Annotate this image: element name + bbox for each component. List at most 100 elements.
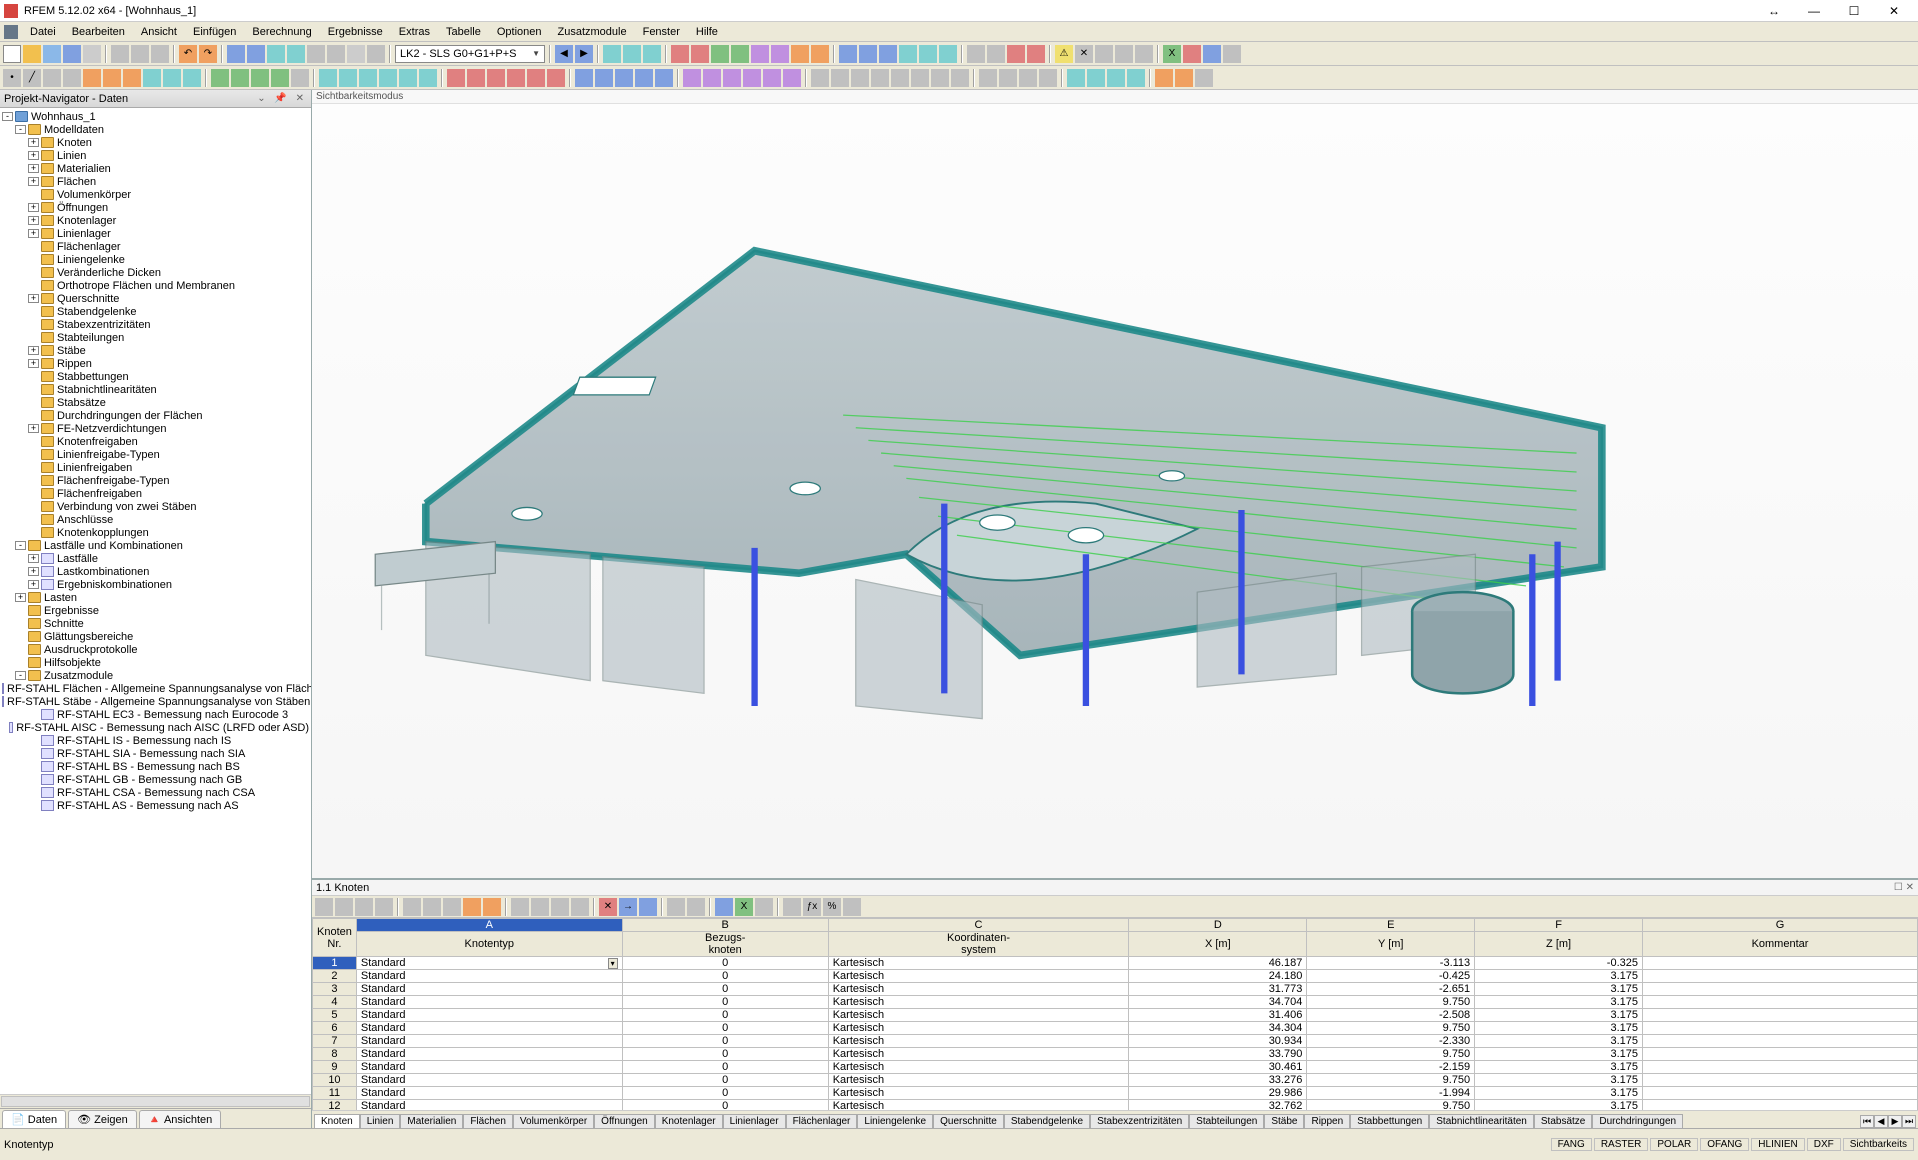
tab-daten[interactable]: 📄 Daten xyxy=(2,1110,66,1128)
tab-zeigen[interactable]: 👁 Zeigen xyxy=(68,1110,137,1128)
result-section-icon[interactable] xyxy=(751,45,769,63)
table-tab-nav[interactable]: ⏭ xyxy=(1902,1115,1916,1128)
workplane-icon[interactable] xyxy=(743,69,761,87)
table-tab-flächen[interactable]: Flächen xyxy=(463,1114,513,1128)
tbl-excel-icon[interactable]: X xyxy=(735,898,753,916)
table-tab-linienlager[interactable]: Linienlager xyxy=(723,1114,786,1128)
animation-icon[interactable] xyxy=(791,45,809,63)
table-row[interactable]: 10Standard0Kartesisch33.2769.7503.175 xyxy=(313,1074,1918,1087)
select-window-icon[interactable] xyxy=(615,69,633,87)
render-solid-icon[interactable] xyxy=(1087,69,1105,87)
select-related-icon[interactable] xyxy=(655,69,673,87)
project-manager-icon[interactable] xyxy=(267,45,285,63)
table-row[interactable]: 5Standard0Kartesisch31.406-2.5083.175 xyxy=(313,1009,1918,1022)
nodal-load-icon[interactable] xyxy=(447,69,465,87)
view-xz-icon[interactable] xyxy=(851,69,869,87)
result-diagram-icon[interactable] xyxy=(671,45,689,63)
imposed-deform-icon[interactable] xyxy=(547,69,565,87)
navigator-hscroll[interactable] xyxy=(0,1094,311,1108)
table-tab-stabexzentrizitäten[interactable]: Stabexzentrizitäten xyxy=(1090,1114,1189,1128)
navigator-pin-close[interactable]: ⌄ 📌 ✕ xyxy=(257,93,307,104)
table-row[interactable]: 12Standard0Kartesisch32.7629.7503.175 xyxy=(313,1100,1918,1111)
snap-ofang[interactable]: OFANG xyxy=(1700,1138,1749,1151)
line-icon[interactable]: ╱ xyxy=(23,69,41,87)
table-tab-stabendgelenke[interactable]: Stabendgelenke xyxy=(1004,1114,1090,1128)
opening-icon[interactable] xyxy=(103,69,121,87)
navigator-tree[interactable]: -Wohnhaus_1-Modelldaten+Knoten+Linien+Ma… xyxy=(0,108,311,1094)
tbl-import-icon[interactable] xyxy=(715,898,733,916)
tbl-last-icon[interactable] xyxy=(375,898,393,916)
table-tab-linien[interactable]: Linien xyxy=(360,1114,401,1128)
snap-fang[interactable]: FANG xyxy=(1551,1138,1592,1151)
dimension-icon[interactable] xyxy=(1195,69,1213,87)
tree-querschnitte[interactable]: +Querschnitte xyxy=(0,292,311,305)
tbl-fx-icon[interactable]: ƒx xyxy=(803,898,821,916)
tree-anschl-sse[interactable]: Anschlüsse xyxy=(0,513,311,526)
menu-optionen[interactable]: Optionen xyxy=(489,24,550,40)
tree-fe-netzverdichtungen[interactable]: +FE-Netzverdichtungen xyxy=(0,422,311,435)
move-icon[interactable] xyxy=(319,69,337,87)
select-crossing-icon[interactable] xyxy=(635,69,653,87)
surface-icon[interactable] xyxy=(83,69,101,87)
table-tab-stäbe[interactable]: Stäbe xyxy=(1264,1114,1304,1128)
table-row[interactable]: 1Standard▾0Kartesisch46.187-3.113-0.325 xyxy=(313,957,1918,970)
find-icon[interactable] xyxy=(227,45,245,63)
table-row[interactable]: 2Standard0Kartesisch24.180-0.4253.175 xyxy=(313,970,1918,983)
menu-hilfe[interactable]: Hilfe xyxy=(688,24,726,40)
section-icon[interactable] xyxy=(271,69,289,87)
tree-st-be[interactable]: +Stäbe xyxy=(0,344,311,357)
table-tab-rippen[interactable]: Rippen xyxy=(1304,1114,1350,1128)
solid-body-icon[interactable] xyxy=(123,69,141,87)
tbl-prev-icon[interactable] xyxy=(335,898,353,916)
tbl-insert-row-icon[interactable] xyxy=(403,898,421,916)
snap-polar[interactable]: POLAR xyxy=(1650,1138,1698,1151)
pan-icon[interactable] xyxy=(931,69,949,87)
tbl-next-icon[interactable] xyxy=(355,898,373,916)
save-as-icon[interactable] xyxy=(63,45,81,63)
menu-extras[interactable]: Extras xyxy=(391,24,438,40)
nodal-support-icon[interactable] xyxy=(143,69,161,87)
zoom-window-icon[interactable] xyxy=(911,69,929,87)
comment-icon[interactable] xyxy=(1115,45,1133,63)
tbl-del-icon[interactable]: ✕ xyxy=(599,898,617,916)
table-row[interactable]: 11Standard0Kartesisch29.986-1.9943.175 xyxy=(313,1087,1918,1100)
zoom-all-icon[interactable] xyxy=(891,69,909,87)
module2-icon[interactable] xyxy=(1203,45,1221,63)
tbl-delete-row-icon[interactable] xyxy=(423,898,441,916)
tbl-units-icon[interactable] xyxy=(783,898,801,916)
tree-lasten[interactable]: +Lasten xyxy=(0,591,311,604)
hinge-icon[interactable] xyxy=(291,69,309,87)
tree-knotenfreigaben[interactable]: Knotenfreigaben xyxy=(0,435,311,448)
menu-tabelle[interactable]: Tabelle xyxy=(438,24,489,40)
excel-export-icon[interactable]: X xyxy=(1163,45,1181,63)
beam-icon[interactable] xyxy=(231,69,249,87)
osnap-icon[interactable] xyxy=(1039,69,1057,87)
table-tab-knotenlager[interactable]: Knotenlager xyxy=(655,1114,723,1128)
result-beam-icon[interactable] xyxy=(691,45,709,63)
general-data-icon[interactable] xyxy=(327,45,345,63)
calculator-icon[interactable] xyxy=(367,45,385,63)
tbl-highlight-icon[interactable] xyxy=(463,898,481,916)
close-button[interactable]: ✕ xyxy=(1874,0,1914,22)
table-tab-querschnitte[interactable]: Querschnitte xyxy=(933,1114,1004,1128)
line-load-icon[interactable] xyxy=(467,69,485,87)
snap-raster[interactable]: RASTER xyxy=(1594,1138,1649,1151)
colors-icon[interactable] xyxy=(859,45,877,63)
calculate-icon[interactable] xyxy=(1007,45,1025,63)
show-results2-icon[interactable] xyxy=(643,45,661,63)
mirror-icon[interactable] xyxy=(359,69,377,87)
tree-orthotrope-fl-chen-und-membranen[interactable]: Orthotrope Flächen und Membranen xyxy=(0,279,311,292)
orbit-icon[interactable] xyxy=(951,69,969,87)
tbl-options-icon[interactable] xyxy=(571,898,589,916)
tree-gl-ttungsbereiche[interactable]: Glättungsbereiche xyxy=(0,630,311,643)
tbl-copy-row-icon[interactable] xyxy=(443,898,461,916)
tree-ergebniskombinationen[interactable]: +Ergebniskombinationen xyxy=(0,578,311,591)
partial-view-icon[interactable] xyxy=(703,69,721,87)
table-row[interactable]: 4Standard0Kartesisch34.7049.7503.175 xyxy=(313,996,1918,1009)
tbl-sync-icon[interactable] xyxy=(639,898,657,916)
table-row[interactable]: 8Standard0Kartesisch33.7909.7503.175 xyxy=(313,1048,1918,1061)
tree-module-rf-stahl[interactable]: RF-STAHL AISC - Bemessung nach AISC (LRF… xyxy=(0,721,311,734)
tree-linienfreigabe-typen[interactable]: Linienfreigabe-Typen xyxy=(0,448,311,461)
show-loads-icon[interactable] xyxy=(603,45,621,63)
node-icon[interactable]: • xyxy=(3,69,21,87)
